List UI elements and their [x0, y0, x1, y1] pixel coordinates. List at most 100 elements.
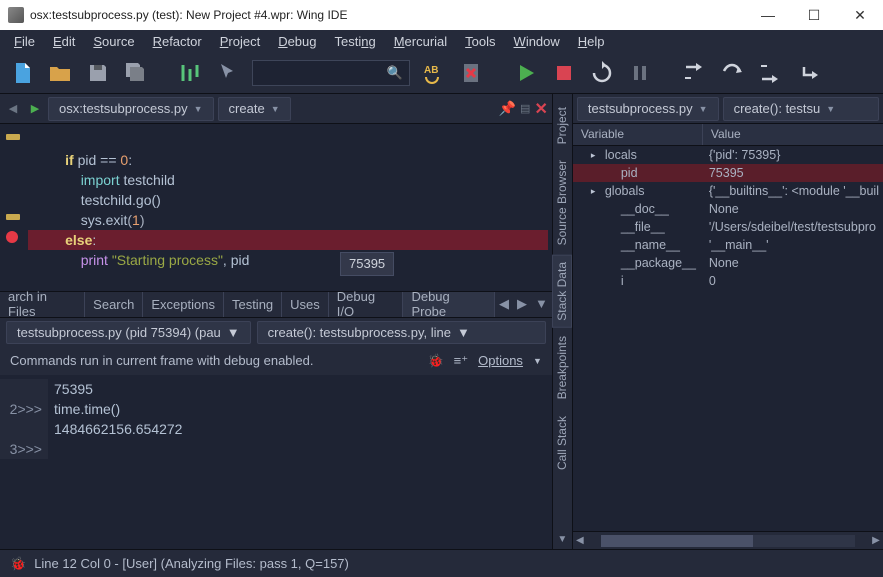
- nav-fwd-icon[interactable]: ▶: [26, 102, 44, 115]
- minimize-button[interactable]: —: [745, 0, 791, 30]
- tree-row[interactable]: __file__'/Users/sdeibel/test/testsubpro: [573, 218, 883, 236]
- save-all-icon[interactable]: [122, 59, 150, 87]
- sidetab-stack-data[interactable]: Stack Data: [552, 255, 572, 328]
- probe-bug-icon[interactable]: 🐞: [427, 353, 443, 369]
- sidetab-breakpoints[interactable]: Breakpoints: [552, 329, 572, 406]
- titlebar: osx:testsubprocess.py (test): New Projec…: [0, 0, 883, 30]
- window-title: osx:testsubprocess.py (test): New Projec…: [30, 8, 745, 22]
- menu-mercurial[interactable]: Mercurial: [386, 32, 455, 51]
- variable-tree[interactable]: ▸locals{'pid': 75395} pid75395 ▸globals{…: [573, 146, 883, 531]
- debug-pause-icon[interactable]: [626, 59, 654, 87]
- fold-marker-icon[interactable]: [6, 134, 20, 140]
- col-value[interactable]: Value: [703, 124, 749, 145]
- menu-tools[interactable]: Tools: [457, 32, 503, 51]
- sidetab-menu-icon[interactable]: ▼: [553, 530, 571, 549]
- expand-icon[interactable]: ▸: [591, 146, 601, 164]
- indent-guide-icon[interactable]: [176, 59, 204, 87]
- tab-pager-icon[interactable]: ▤: [520, 102, 530, 115]
- probe-gutter: [0, 379, 48, 399]
- find-replace-icon[interactable]: AB: [420, 59, 448, 87]
- horizontal-scrollbar[interactable]: ◀ ▶: [573, 531, 883, 549]
- step-return-icon[interactable]: [794, 59, 822, 87]
- menu-project[interactable]: Project: [212, 32, 268, 51]
- tab-menu-icon[interactable]: ▼: [531, 292, 552, 317]
- tab-scroll-left-icon[interactable]: ◀: [495, 292, 513, 317]
- sidetab-call-stack[interactable]: Call Stack: [552, 409, 572, 477]
- col-variable[interactable]: Variable: [573, 124, 703, 145]
- step-out-icon[interactable]: [756, 59, 784, 87]
- tree-row[interactable]: __name__'__main__': [573, 236, 883, 254]
- status-text: Line 12 Col 0 - [User] (Analyzing Files:…: [34, 556, 349, 571]
- step-over-icon[interactable]: [718, 59, 746, 87]
- menu-edit[interactable]: Edit: [45, 32, 83, 51]
- tab-testing[interactable]: Testing: [224, 292, 282, 317]
- tree-header: Variable Value: [573, 124, 883, 146]
- tab-scroll-right-icon[interactable]: ▶: [513, 292, 531, 317]
- process-dropdown[interactable]: testsubprocess.py (pid 75394) (pau▼: [6, 321, 251, 344]
- search-input[interactable]: 🔍: [252, 60, 410, 86]
- menubar: File Edit Source Refactor Project Debug …: [0, 30, 883, 52]
- sd-frame-dropdown[interactable]: create(): testsu▼: [723, 97, 879, 121]
- tab-close-icon[interactable]: ✕: [534, 99, 547, 119]
- open-folder-icon[interactable]: [46, 59, 74, 87]
- sidetab-source-browser[interactable]: Source Browser: [552, 153, 572, 252]
- symbol-tab[interactable]: create ▼: [218, 97, 291, 121]
- new-file-icon[interactable]: [8, 59, 36, 87]
- value-tooltip: 75395: [340, 252, 394, 276]
- menu-source[interactable]: Source: [85, 32, 142, 51]
- close-button[interactable]: ✕: [837, 0, 883, 30]
- tab-uses[interactable]: Uses: [282, 292, 329, 317]
- tree-row-pid[interactable]: pid75395: [573, 164, 883, 182]
- menu-window[interactable]: Window: [506, 32, 568, 51]
- symbol-tab-label: create: [229, 101, 265, 116]
- file-tab[interactable]: osx:testsubprocess.py▼: [48, 97, 214, 121]
- menu-file[interactable]: File: [6, 32, 43, 51]
- code-editor[interactable]: if pid == 0: import testchild testchild.…: [0, 124, 552, 291]
- stack-data-tabstrip: testsubprocess.py▼ create(): testsu▼: [573, 94, 883, 124]
- tree-row-globals[interactable]: ▸globals{'__builtins__': <module '__buil: [573, 182, 883, 200]
- step-into-icon[interactable]: [680, 59, 708, 87]
- tab-debug-probe[interactable]: Debug Probe: [403, 292, 495, 317]
- debug-run-icon[interactable]: [512, 59, 540, 87]
- app-icon: [8, 7, 24, 23]
- debug-probe[interactable]: 75395 2>>>time.time() 1484662156.654272 …: [0, 375, 552, 550]
- menu-help[interactable]: Help: [570, 32, 613, 51]
- menu-refactor[interactable]: Refactor: [145, 32, 210, 51]
- scroll-right-icon[interactable]: ▶: [869, 535, 883, 546]
- editor-gutter[interactable]: [0, 124, 28, 291]
- close-file-icon[interactable]: [458, 59, 486, 87]
- tab-search[interactable]: Search: [85, 292, 143, 317]
- sd-process-dropdown[interactable]: testsubprocess.py▼: [577, 97, 719, 121]
- tree-row[interactable]: i0: [573, 272, 883, 290]
- scroll-left-icon[interactable]: ◀: [573, 535, 587, 546]
- tab-search-in-files[interactable]: arch in Files: [0, 292, 85, 317]
- probe-info: Commands run in current frame with debug…: [0, 347, 552, 375]
- frame-dropdown[interactable]: create(): testsubprocess.py, line ▼: [257, 321, 546, 344]
- sidetab-project[interactable]: Project: [552, 100, 572, 151]
- menu-debug[interactable]: Debug: [270, 32, 324, 51]
- breakpoint-icon[interactable]: [6, 231, 18, 243]
- search-icon: 🔍: [387, 65, 403, 81]
- save-icon[interactable]: [84, 59, 112, 87]
- pointer-icon[interactable]: [214, 59, 242, 87]
- probe-settings-icon[interactable]: ≡⁺: [454, 353, 468, 369]
- scroll-thumb[interactable]: [601, 535, 753, 547]
- probe-options[interactable]: Options: [478, 353, 523, 368]
- pin-icon[interactable]: 📌: [499, 100, 516, 117]
- maximize-button[interactable]: ☐: [791, 0, 837, 30]
- chevron-down-icon: ▼: [227, 325, 240, 340]
- expand-icon[interactable]: ▸: [591, 182, 601, 200]
- tab-debug-io[interactable]: Debug I/O: [329, 292, 404, 317]
- tree-row[interactable]: __doc__None: [573, 200, 883, 218]
- debug-restart-icon[interactable]: [588, 59, 616, 87]
- tree-row[interactable]: __package__None: [573, 254, 883, 272]
- menu-testing[interactable]: Testing: [327, 32, 384, 51]
- status-bug-icon[interactable]: 🐞: [10, 556, 26, 572]
- fold-marker-icon[interactable]: [6, 214, 20, 220]
- nav-back-icon[interactable]: ◀: [4, 102, 22, 115]
- tree-row-locals[interactable]: ▸locals{'pid': 75395}: [573, 146, 883, 164]
- debug-stop-icon[interactable]: [550, 59, 578, 87]
- tab-exceptions[interactable]: Exceptions: [143, 292, 224, 317]
- chevron-down-icon: ▼: [271, 104, 280, 114]
- chevron-down-icon: ▼: [457, 325, 470, 340]
